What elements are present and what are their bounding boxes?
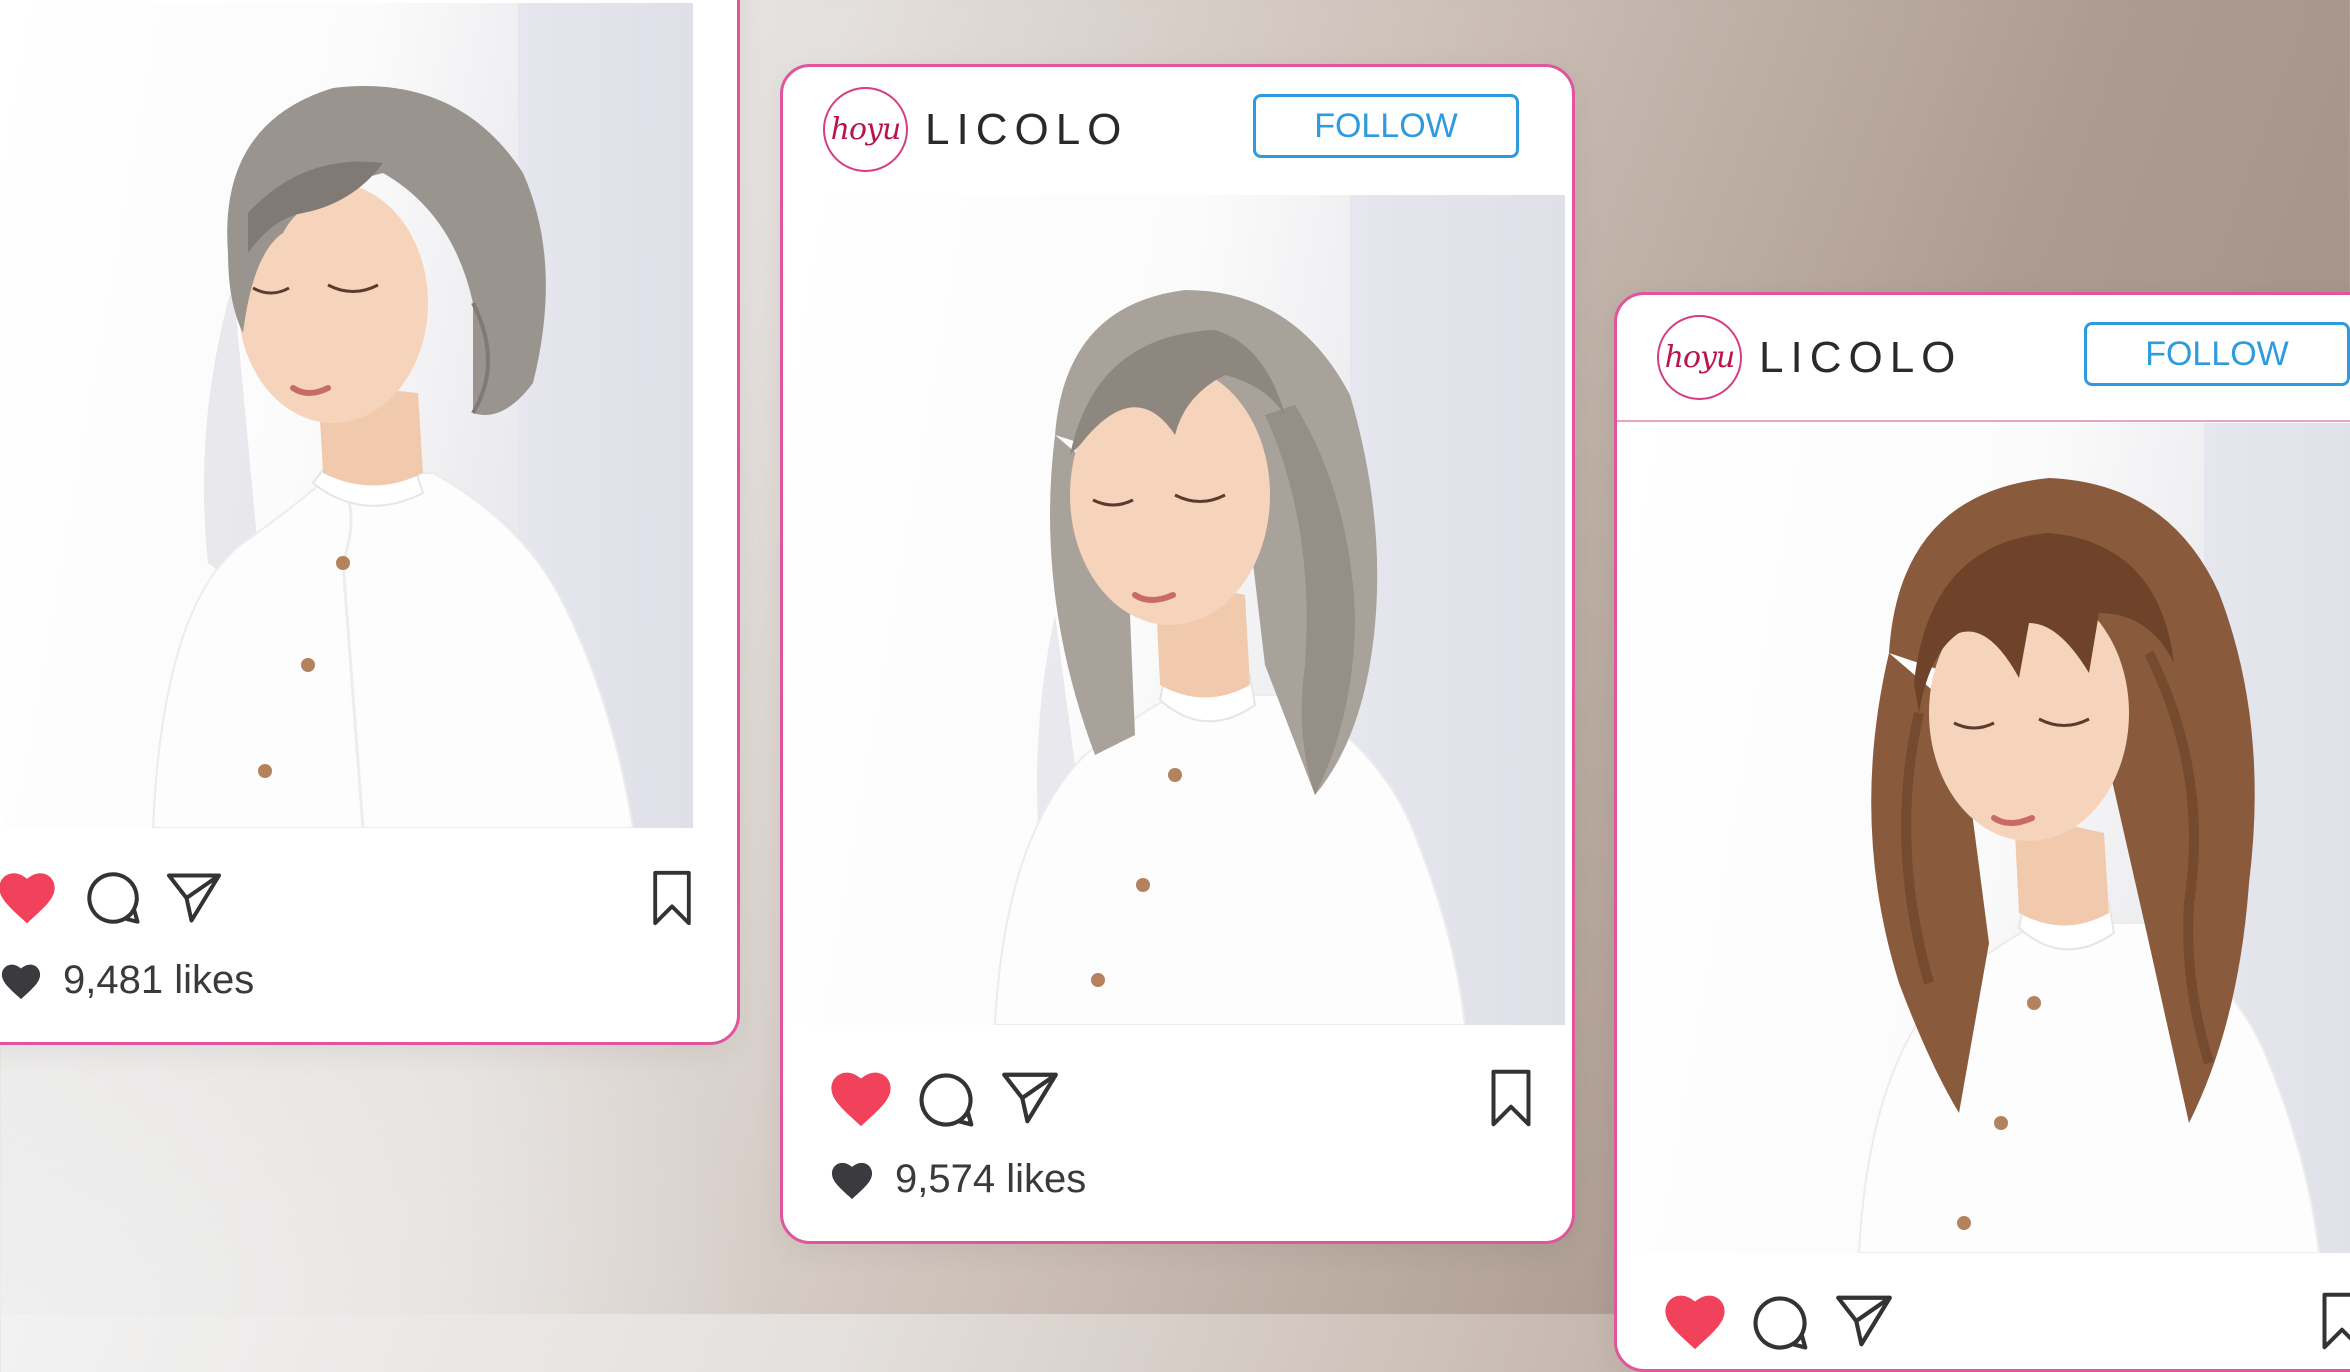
brand-logo[interactable]: hoyu [823,87,908,172]
post-actions-3 [1617,1290,2350,1369]
heart-icon[interactable] [827,1067,895,1129]
post-card-2: hoyu LICOLO FOLLOW 9,574 likes [780,64,1575,1244]
comment-icon[interactable] [915,1069,977,1131]
post-card-1: 9,481 likes [0,0,740,1045]
likes-row-2: 9,574 likes [829,1157,1086,1202]
post-photo-2[interactable] [795,195,1565,1025]
post-actions-1 [0,868,737,948]
likes-heart-icon [831,1162,873,1199]
brand-logo[interactable]: hoyu [1657,315,1742,400]
bookmark-icon[interactable] [648,868,696,928]
bookmark-icon[interactable] [2317,1290,2350,1352]
comment-icon[interactable] [83,868,143,928]
heart-icon[interactable] [1661,1290,1729,1352]
follow-button[interactable]: FOLLOW [1253,94,1519,158]
model-illustration-3 [1857,478,2321,1253]
comment-icon[interactable] [1749,1292,1811,1354]
likes-heart-icon [1,964,41,999]
post-header-3: hoyu LICOLO FOLLOW [1617,295,2350,422]
post-actions-2 [783,1067,1572,1147]
likes-row-1: 9,481 likes [0,958,254,1003]
account-name[interactable]: LICOLO [1759,333,1962,383]
likes-count: 9,481 likes [63,958,255,1002]
account-name[interactable]: LICOLO [925,105,1128,155]
post-header-2: hoyu LICOLO FOLLOW [783,67,1572,192]
send-icon[interactable] [997,1067,1063,1129]
model-illustration-2 [993,290,1467,1025]
bookmark-icon[interactable] [1486,1067,1536,1129]
send-icon[interactable] [163,868,225,928]
post-photo-1[interactable] [3,3,693,828]
post-card-3: hoyu LICOLO FOLLOW [1614,292,2350,1372]
send-icon[interactable] [1831,1290,1897,1352]
heart-icon[interactable] [0,868,59,926]
follow-button[interactable]: FOLLOW [2084,322,2350,386]
post-photo-3[interactable] [1629,423,2350,1253]
model-illustration-1 [151,86,635,828]
likes-count: 9,574 likes [895,1157,1087,1201]
